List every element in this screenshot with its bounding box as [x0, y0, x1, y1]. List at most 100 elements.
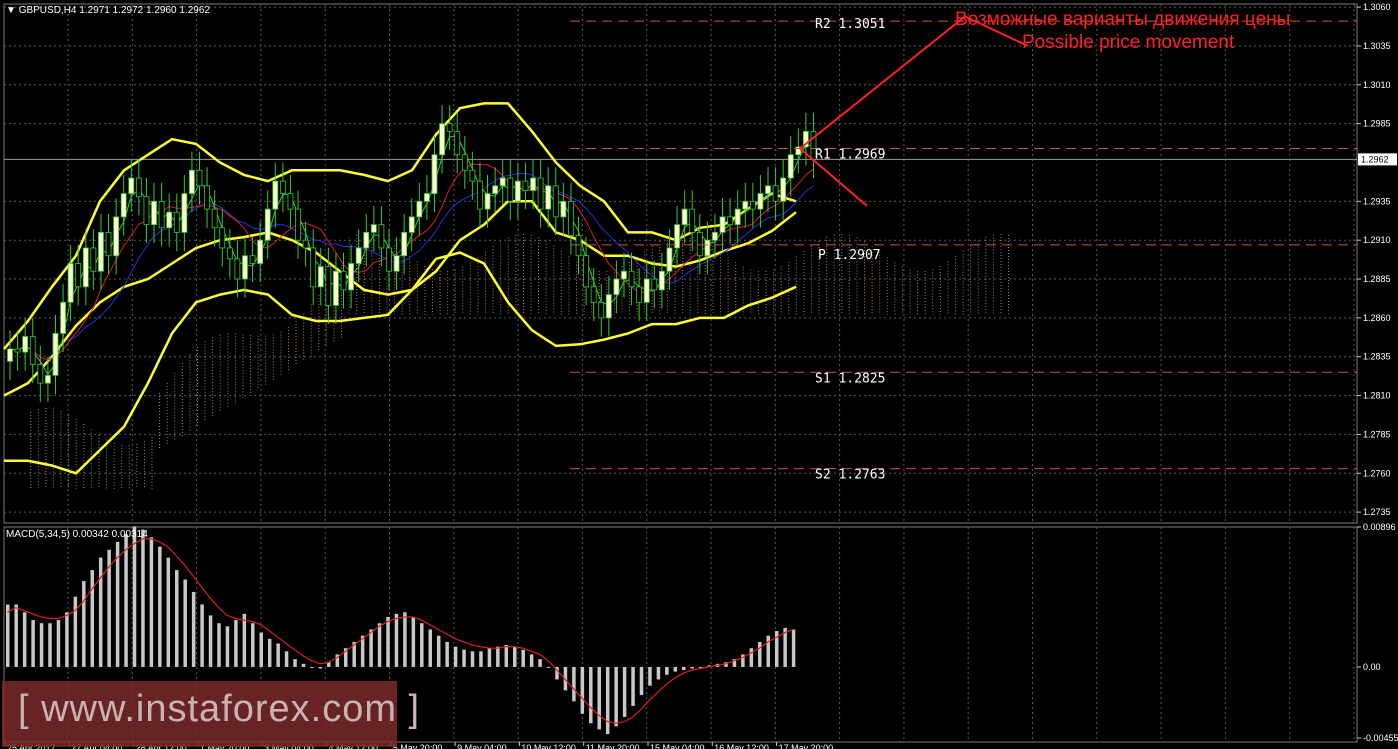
time-axis-label: 15 May 04:00	[650, 743, 705, 749]
macd-histogram-bar	[175, 570, 179, 667]
candle	[7, 348, 13, 362]
price-scale-label: 1.2935	[1363, 196, 1391, 206]
macd-histogram-bar	[98, 557, 103, 667]
candle	[552, 185, 559, 218]
candle	[355, 247, 362, 264]
macd-histogram-bar	[82, 581, 86, 667]
macd-histogram-bar	[208, 615, 213, 667]
candle	[272, 180, 279, 210]
macd-histogram-bar	[436, 635, 441, 667]
macd-histogram-bar	[22, 612, 27, 667]
candle	[234, 258, 241, 280]
macd-histogram-bar	[656, 666, 661, 680]
macd-histogram-bar	[90, 570, 94, 667]
macd-histogram-bar	[682, 666, 686, 671]
macd-histogram-bar	[538, 659, 542, 667]
candle	[378, 224, 385, 249]
macd-histogram-bar	[6, 604, 10, 667]
candle	[325, 266, 332, 306]
macd-histogram-bar	[234, 620, 238, 667]
candle	[522, 180, 529, 191]
macd-histogram-bar	[428, 629, 432, 667]
macd-histogram-bar	[259, 632, 263, 667]
candle	[575, 235, 582, 257]
candle	[484, 193, 491, 210]
candle	[704, 239, 711, 257]
macd-histogram-bar	[758, 641, 762, 667]
macd-histogram-bar	[665, 666, 669, 675]
macd-histogram-bar	[394, 613, 399, 667]
candle	[82, 247, 89, 288]
macd-histogram-bar	[242, 613, 247, 667]
candle	[712, 232, 718, 241]
macd-histogram-bar	[462, 649, 466, 667]
trading-chart[interactable]: 1.3060 1.3035 1.3010 1.2985 1.2962 1.2935 1.29…	[0, 0, 1398, 749]
candle	[37, 364, 44, 384]
candle	[393, 255, 400, 272]
macd-histogram-bar	[631, 666, 635, 706]
candle	[621, 270, 627, 280]
macd-histogram-bar	[141, 529, 145, 667]
macd-histogram-bar	[158, 546, 162, 667]
candle	[181, 193, 188, 233]
candle	[560, 200, 567, 218]
candle	[242, 255, 248, 280]
annotation-en: Possible price movement	[1022, 32, 1235, 53]
candle	[583, 255, 589, 288]
macd-histogram-bar	[251, 623, 255, 667]
candle	[719, 216, 726, 233]
candle	[143, 196, 150, 226]
candle	[204, 185, 210, 210]
macd-histogram-bar	[673, 666, 678, 672]
candle	[492, 185, 499, 194]
candle	[120, 193, 127, 218]
candle	[189, 169, 195, 194]
macd-histogram-bar	[487, 648, 492, 667]
macd-histogram-bar	[749, 648, 754, 667]
macd-histogram-bar	[622, 666, 627, 717]
candle	[340, 270, 347, 291]
watermark-text: [ www.instaforex.com ]	[18, 688, 421, 730]
macd-histogram-bar	[403, 612, 407, 667]
candle	[211, 208, 218, 229]
candle	[14, 348, 21, 353]
price-scale-label: 1.2835	[1363, 352, 1391, 362]
candle	[469, 169, 476, 182]
candle	[446, 123, 453, 132]
macd-histogram-bar	[470, 651, 475, 667]
time-axis-label: 11 May 20:00	[586, 743, 640, 749]
candle	[151, 200, 157, 226]
time-axis-label: 10 May 12:00	[521, 743, 576, 749]
candle	[742, 200, 749, 210]
macd-histogram-bar	[766, 635, 770, 667]
macd-histogram-bar	[648, 666, 652, 686]
candle	[166, 211, 173, 229]
macd-histogram-bar	[496, 646, 500, 667]
macd-histogram-bar	[132, 526, 137, 667]
price-scale-label: 1.2910	[1363, 235, 1391, 245]
candle	[590, 286, 597, 303]
price-scale-label: 1.3060	[1363, 2, 1391, 12]
candle	[765, 185, 771, 194]
candle	[787, 154, 794, 179]
macd-histogram-bar	[48, 623, 52, 667]
candle	[643, 278, 650, 303]
macd-histogram-bar	[690, 666, 694, 669]
pivot-label-s1: S1 1.2825	[815, 371, 885, 386]
symbol-header: ▼ GBPUSD,H4 1.2971 1.2972 1.2960 1.2962	[6, 5, 210, 16]
candle	[499, 177, 506, 187]
time-axis-label: 9 May 04:00	[457, 743, 507, 749]
macd-histogram-bar	[183, 579, 187, 667]
candle	[287, 193, 294, 210]
dropdown-triangle-icon[interactable]: ▼	[6, 5, 16, 16]
candle	[90, 247, 97, 272]
macd-histogram-bar	[293, 659, 297, 667]
price-scale-label: 1.2785	[1363, 429, 1391, 439]
macd-scale-label: 0.00	[1363, 662, 1381, 672]
candle	[22, 336, 29, 353]
macd-histogram-bar	[39, 623, 44, 667]
price-scale-label: 1.2985	[1363, 119, 1391, 129]
candle	[666, 247, 673, 272]
macd-histogram-bar	[479, 651, 483, 667]
macd-histogram-bar	[267, 638, 272, 667]
